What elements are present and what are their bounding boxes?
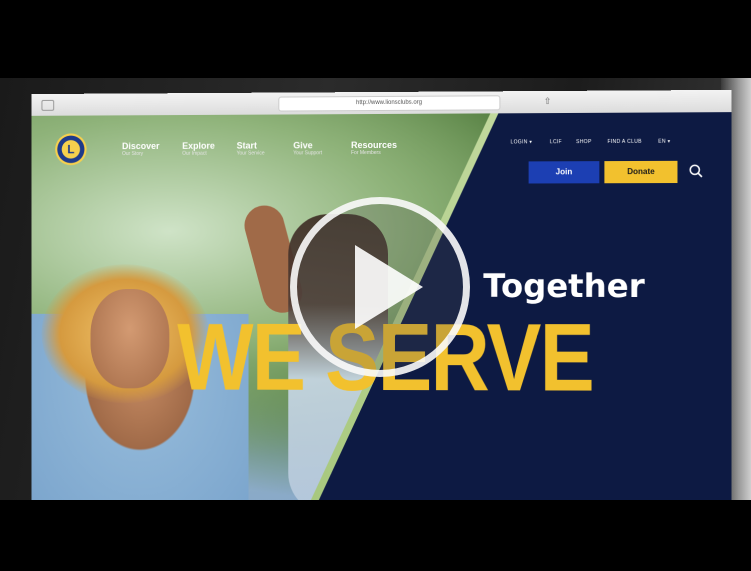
- letterbox-bottom: [0, 500, 751, 571]
- shop-link[interactable]: SHOP: [576, 139, 592, 145]
- nav-title: Give: [293, 140, 313, 151]
- nav-subtitle: Our Story: [122, 151, 144, 158]
- nav-title: Resources: [351, 139, 398, 151]
- nav-subtitle: Our Impact: [182, 150, 207, 157]
- nav-start[interactable]: Start Your Service: [237, 141, 265, 157]
- nav-subtitle: For Members: [351, 149, 381, 157]
- woman-face: [90, 289, 170, 389]
- donate-button[interactable]: Donate: [604, 160, 678, 184]
- lions-logo[interactable]: L: [55, 133, 87, 166]
- language-selector[interactable]: EN ▾: [658, 139, 670, 145]
- nav-subtitle: Your Service: [236, 150, 265, 157]
- nav-resources[interactable]: Resources For Members: [351, 140, 397, 156]
- nav-give[interactable]: Give Your Support: [293, 140, 322, 156]
- share-icon[interactable]: ⇧: [544, 96, 552, 107]
- hero-together-heading: Together: [483, 266, 645, 306]
- nav-explore[interactable]: Explore Our Impact: [182, 141, 215, 157]
- join-button[interactable]: Join: [528, 161, 600, 184]
- nav-title: Explore: [182, 140, 215, 151]
- letterbox-top: [0, 0, 751, 78]
- nav-title: Discover: [122, 140, 160, 152]
- url-bar[interactable]: http://www.lionsclubs.org: [278, 95, 501, 112]
- find-a-club-link[interactable]: FIND A CLUB: [607, 139, 641, 145]
- play-icon: [355, 245, 423, 329]
- video-play-button[interactable]: [290, 197, 470, 377]
- search-icon[interactable]: [689, 164, 703, 178]
- login-link[interactable]: LOGIN ▾: [510, 139, 532, 145]
- tabs-icon[interactable]: [41, 99, 55, 111]
- nav-title: Start: [236, 140, 257, 151]
- nav-subtitle: Your Support: [293, 150, 323, 157]
- lcif-link[interactable]: LCIF: [550, 139, 562, 145]
- nav-discover[interactable]: Discover Our Story: [122, 141, 159, 157]
